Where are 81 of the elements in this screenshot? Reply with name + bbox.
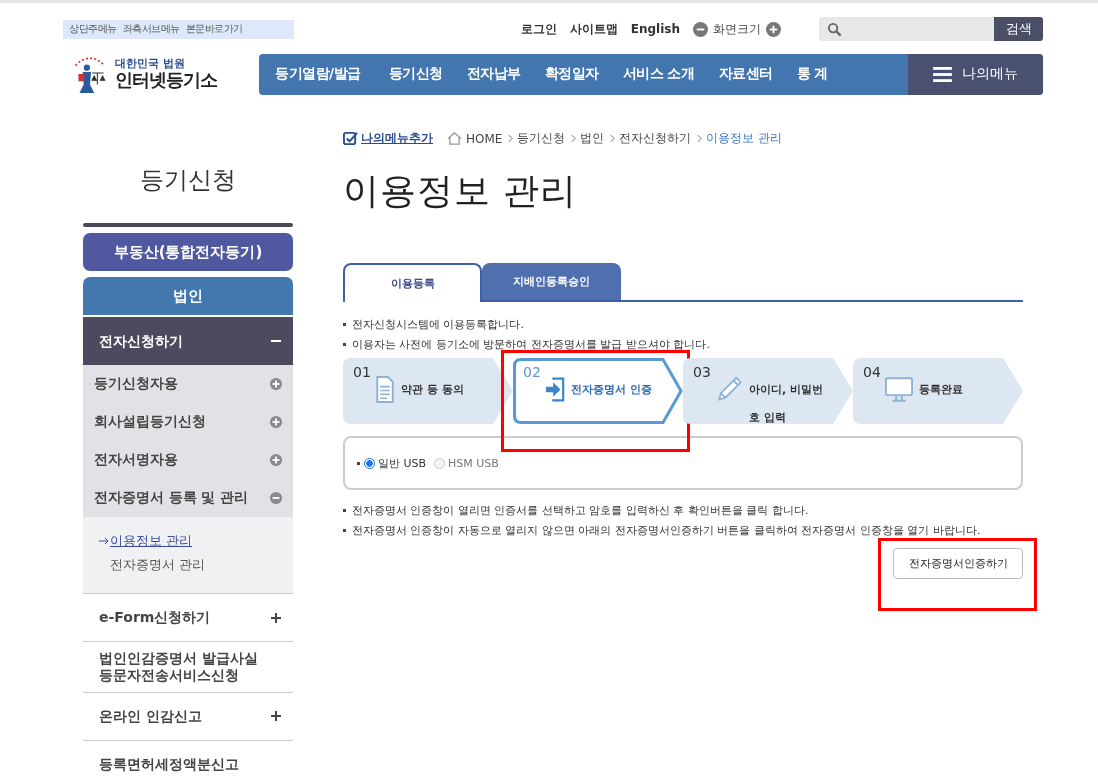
nav-item[interactable]: 자료센터: [706, 65, 785, 83]
bullet-icon: [357, 461, 360, 465]
note-text: 이용자는 사전에 등기소에 방문하여 전자증명서를 발급 받으셔야 합니다.: [352, 336, 710, 352]
bullet-icon: [343, 342, 346, 346]
sidebar-subitem[interactable]: 등기신청자용: [83, 365, 293, 403]
expand-icon: [269, 415, 283, 429]
sidebar-subitem[interactable]: 전자서명자용: [83, 441, 293, 479]
font-size-label: 화면크기: [713, 20, 761, 38]
arrow-icon: [99, 537, 109, 545]
nav-item[interactable]: 등기신청: [376, 65, 455, 83]
expand-icon: [271, 612, 281, 623]
sidebar-subitem[interactable]: 회사설립등기신청: [83, 403, 293, 441]
step-label: 등록완료: [919, 382, 963, 398]
home-icon: [447, 132, 462, 145]
tab[interactable]: 지배인등록승인: [482, 263, 621, 300]
zoom-in-icon[interactable]: [766, 21, 781, 37]
nav-item[interactable]: 통 계: [784, 65, 840, 83]
category-button[interactable]: 법인: [83, 277, 293, 317]
sidebar-subitem[interactable]: 전자증명서 등록 및 관리: [83, 479, 293, 517]
tab[interactable]: 이용등록: [343, 263, 482, 302]
note-text: 전자신청시스템에 이용등록합니다.: [352, 316, 524, 332]
breadcrumb-link[interactable]: 전자신청하기: [619, 130, 692, 147]
chevron-icon: [697, 134, 703, 143]
step-label: 전자증명서 인증: [571, 382, 652, 398]
nav-item[interactable]: 등기열람/발급: [259, 65, 377, 83]
pencil-icon: [715, 376, 743, 403]
checkbox-icon: [343, 131, 358, 146]
login-arrow-icon: [545, 376, 565, 403]
zoom-out-icon[interactable]: [693, 21, 708, 37]
category-button[interactable]: 부동산(통합전자등기): [83, 233, 293, 271]
radio-button[interactable]: [434, 457, 446, 469]
expand-icon: [271, 711, 281, 722]
note-text: 전자증명서 인증창이 열리면 인증서를 선택하고 암호를 입력하신 후 확인버튼을 클릭 합니다.: [352, 502, 809, 518]
breadcrumb-link[interactable]: 등기신청: [517, 130, 566, 147]
sidebar-item[interactable]: 전자신청하기: [83, 317, 293, 365]
bullet-icon: [343, 322, 346, 326]
breadcrumb-link[interactable]: 이용정보 관리: [706, 130, 783, 147]
search-icon: [827, 21, 842, 37]
chevron-icon: [571, 134, 577, 143]
nav-item[interactable]: 전자납부: [454, 65, 533, 83]
radio-option[interactable]: HSM USB: [434, 456, 499, 470]
my-menu-button[interactable]: 나의메뉴: [908, 53, 1043, 95]
sidebar-link[interactable]: 이용정보 관리: [110, 532, 193, 550]
sidebar-title: 등기신청: [139, 165, 237, 196]
utility-link[interactable]: 로그인: [520, 20, 557, 38]
utility-link[interactable]: English: [630, 22, 680, 36]
step-label: 약관 등 동의: [401, 382, 464, 398]
breadcrumb-link[interactable]: HOME: [466, 131, 503, 146]
menu-icon: [933, 66, 952, 82]
search-field[interactable]: [819, 17, 994, 41]
chevron-icon: [508, 134, 514, 143]
step-number: 02: [523, 364, 541, 380]
logo-subtitle: 대한민국 법원: [115, 58, 186, 71]
page-title: 이용정보 관리: [343, 169, 579, 213]
nav-item[interactable]: 확정일자: [532, 65, 611, 83]
collapse-icon: [269, 491, 283, 505]
skip-link[interactable]: 상단주메뉴: [69, 22, 117, 36]
search-button[interactable]: 검색: [994, 17, 1043, 41]
skip-link[interactable]: 본문바로가기: [185, 22, 243, 36]
expand-icon: [269, 377, 283, 391]
chevron-icon: [610, 134, 616, 143]
monitor-icon: [885, 376, 913, 403]
certificate-auth-button[interactable]: 전자증명서인증하기: [893, 548, 1023, 579]
bullet-icon: [343, 508, 346, 512]
skip-link[interactable]: 좌측서브메뉴: [122, 22, 180, 36]
utility-link[interactable]: 사이트맵: [569, 20, 618, 38]
step-label: 아이디, 비밀번호 입력: [749, 382, 824, 426]
logo-title[interactable]: 인터넷등기소: [115, 70, 217, 90]
radio-button[interactable]: [364, 457, 375, 469]
sidebar-link[interactable]: 전자증명서 관리: [110, 556, 206, 574]
bullet-icon: [343, 528, 346, 532]
document-icon: [375, 376, 395, 403]
note-text: 전자증명서 인증창이 자동으로 열리지 않으면 아래의 전자증명서인증하기 버튼을 클릭하여 전자증명서 인증창을 열기 바랍니다.: [352, 522, 981, 538]
step-number: 04: [863, 364, 881, 380]
step-number: 01: [353, 364, 371, 380]
expand-icon: [269, 453, 283, 467]
breadcrumb-link[interactable]: 법인: [580, 130, 605, 147]
add-my-menu-link[interactable]: 나의메뉴추가: [343, 130, 433, 147]
step-number: 03: [693, 364, 711, 380]
radio-option[interactable]: 일반 USB: [364, 455, 427, 471]
nav-item[interactable]: 서비스 소개: [610, 65, 707, 83]
